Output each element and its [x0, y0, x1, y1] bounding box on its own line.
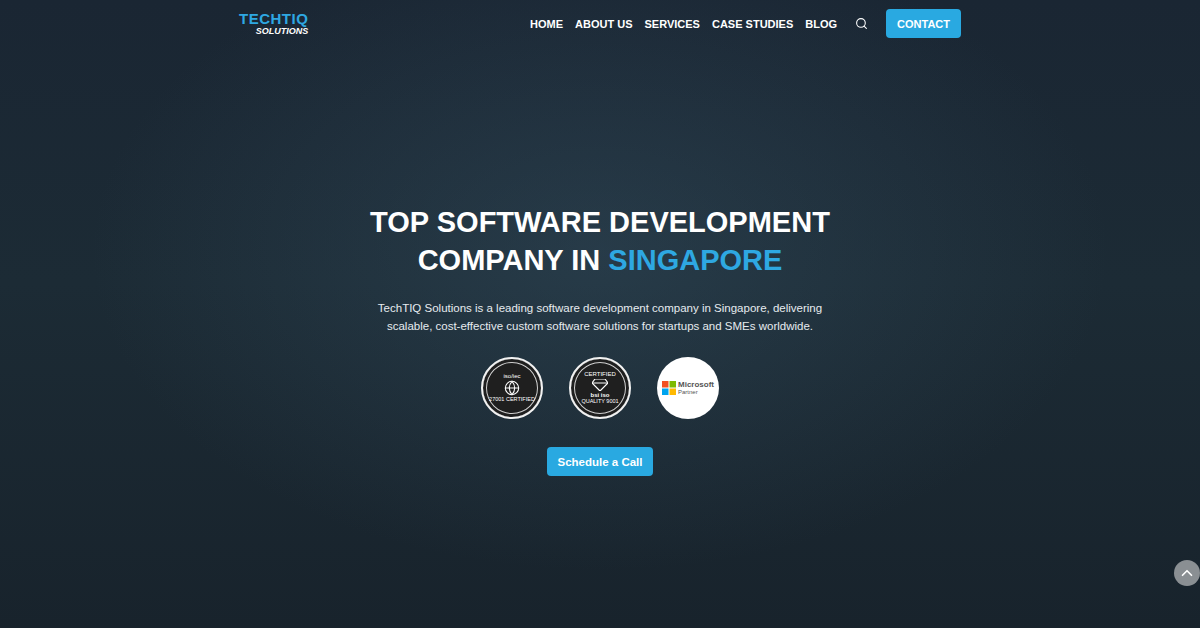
iso-badge: iso/iec 27001 CERTIFIED [481, 357, 543, 419]
badge-bottom-text: 27001 CERTIFIED [489, 397, 535, 403]
contact-button[interactable]: CONTACT [886, 9, 961, 38]
logo-secondary: SOLUTIONS [256, 27, 309, 36]
hero-description: TechTIQ Solutions is a leading software … [365, 299, 835, 335]
main-nav: HOME ABOUT US SERVICES CASE STUDIES BLOG CONT… [530, 9, 961, 38]
hero-section: TECHTIQSOLUTIONS HOME ABOUT US SERVICES CASE… [0, 0, 1200, 628]
nav-item[interactable]: ABOUT US [575, 18, 632, 30]
schedule-call-button[interactable]: Schedule a Call [547, 447, 652, 476]
title-line: COMPANY IN SINGAPORE [370, 241, 830, 279]
microsoft-partner-badge: MicrosoftPartner [657, 357, 719, 419]
badge-caption: Partner [678, 389, 714, 395]
microsoft-logo-icon [662, 381, 676, 395]
hero-content: TOP SOFTWARE DEVELOPMENTCOMPANY IN SINGA… [365, 203, 835, 476]
nav-item[interactable]: BLOG [805, 18, 837, 30]
search-button[interactable] [849, 17, 874, 30]
chevron-up-icon [1178, 564, 1196, 582]
diamond-icon [592, 379, 608, 391]
bsi-badge: CERTIFIED bsi isoQUALITY 9001 [569, 357, 631, 419]
badge-bottom-text: QUALITY 9001 [581, 399, 618, 405]
scroll-top-button[interactable] [1174, 560, 1200, 586]
nav-item[interactable]: SERVICES [645, 18, 700, 30]
logo-primary: TECHTIQ [239, 11, 308, 26]
badge-middle-text: bsi iso [590, 392, 609, 398]
hero-title: TOP SOFTWARE DEVELOPMENTCOMPANY IN SINGA… [370, 203, 830, 279]
badge-top-text: CERTIFIED [584, 371, 616, 377]
badge-name: Microsoft [678, 381, 714, 389]
search-icon [855, 17, 868, 30]
site-header: TECHTIQSOLUTIONS HOME ABOUT US SERVICES CASE… [239, 0, 961, 38]
title-highlight: SINGAPORE [608, 244, 782, 276]
nav-item[interactable]: HOME [530, 18, 563, 30]
title-line: TOP SOFTWARE DEVELOPMENT [370, 203, 830, 241]
badge-top-text: iso/iec [503, 373, 520, 379]
site-logo[interactable]: TECHTIQSOLUTIONS [239, 11, 308, 36]
globe-icon [504, 380, 520, 396]
nav-item[interactable]: CASE STUDIES [712, 18, 793, 30]
certification-badges: iso/iec 27001 CERTIFIED CERTIFIED bsi isoQU… [481, 357, 719, 419]
